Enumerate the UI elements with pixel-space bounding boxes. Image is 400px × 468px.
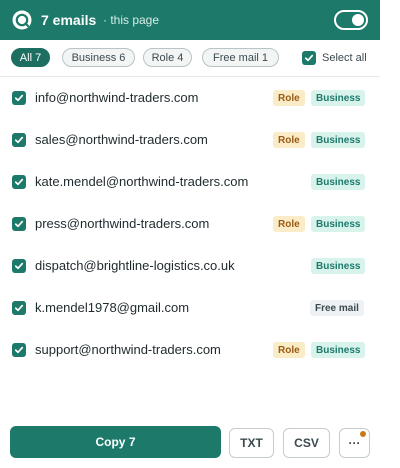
business-badge: Business (311, 342, 366, 358)
row-checkbox[interactable] (12, 217, 26, 231)
role-badge: Role (273, 90, 305, 106)
row-checkbox[interactable] (12, 133, 26, 147)
check-icon (14, 262, 24, 270)
app-logo-icon (12, 10, 32, 30)
scope-label: · this page (103, 13, 160, 27)
email-row[interactable]: sales@northwind-traders.com Role Busines… (0, 129, 380, 155)
filter-chip-role[interactable]: Role 4 (143, 48, 192, 67)
more-options-button[interactable]: ··· (339, 428, 370, 458)
email-row[interactable]: dispatch@brightline-logistics.co.uk Busi… (0, 255, 380, 281)
check-icon (14, 178, 24, 186)
filter-bar: All 7 Business 6 Role 4 Free mail 1 Sele… (0, 48, 380, 70)
check-icon (14, 136, 24, 144)
toggle-knob (352, 14, 364, 26)
email-row[interactable]: support@northwind-traders.com Role Busin… (0, 339, 380, 365)
select-all-checkbox[interactable] (302, 51, 316, 65)
business-badge: Business (311, 258, 366, 274)
row-checkbox[interactable] (12, 301, 26, 315)
email-count-title: 7 emails (41, 12, 97, 28)
business-badge: Business (311, 174, 366, 190)
email-row[interactable]: kate.mendel@northwind-traders.com Busine… (0, 171, 380, 197)
filter-chip-free-mail[interactable]: Free mail 1 (202, 48, 279, 67)
email-row[interactable]: k.mendel1978@gmail.com Free mail (0, 297, 380, 323)
business-badge: Business (311, 90, 366, 106)
check-icon (14, 346, 24, 354)
filter-chip-all[interactable]: All 7 (11, 48, 50, 67)
notification-dot (360, 431, 366, 437)
email-address[interactable]: support@northwind-traders.com (35, 342, 221, 357)
row-checkbox[interactable] (12, 91, 26, 105)
copy-button[interactable]: Copy 7 (10, 426, 221, 458)
email-address[interactable]: sales@northwind-traders.com (35, 132, 208, 147)
export-txt-button[interactable]: TXT (229, 428, 274, 458)
business-badge: Business (311, 132, 366, 148)
email-address[interactable]: press@northwind-traders.com (35, 216, 209, 231)
check-icon (304, 54, 314, 62)
email-extractor-panel: 7 emails · this page All 7 Business 6 Ro… (0, 0, 380, 468)
header-bar: 7 emails · this page (0, 0, 380, 40)
check-icon (14, 220, 24, 228)
select-all-label[interactable]: Select all (322, 52, 367, 64)
more-icon: ··· (348, 436, 361, 450)
divider (0, 76, 380, 77)
filter-chip-business[interactable]: Business 6 (62, 48, 135, 67)
business-badge: Business (311, 216, 366, 232)
free-mail-badge: Free mail (310, 300, 364, 316)
email-row[interactable]: info@northwind-traders.com Role Business (0, 87, 380, 113)
email-address[interactable]: dispatch@brightline-logistics.co.uk (35, 258, 235, 273)
check-icon (14, 94, 24, 102)
row-checkbox[interactable] (12, 343, 26, 357)
email-address[interactable]: info@northwind-traders.com (35, 90, 198, 105)
email-address[interactable]: kate.mendel@northwind-traders.com (35, 174, 248, 189)
row-checkbox[interactable] (12, 175, 26, 189)
row-checkbox[interactable] (12, 259, 26, 273)
email-row[interactable]: press@northwind-traders.com Role Busines… (0, 213, 380, 239)
page-scope-toggle[interactable] (334, 10, 368, 30)
check-icon (14, 304, 24, 312)
role-badge: Role (273, 342, 305, 358)
role-badge: Role (273, 132, 305, 148)
role-badge: Role (273, 216, 305, 232)
export-csv-button[interactable]: CSV (283, 428, 330, 458)
email-address[interactable]: k.mendel1978@gmail.com (35, 300, 189, 315)
